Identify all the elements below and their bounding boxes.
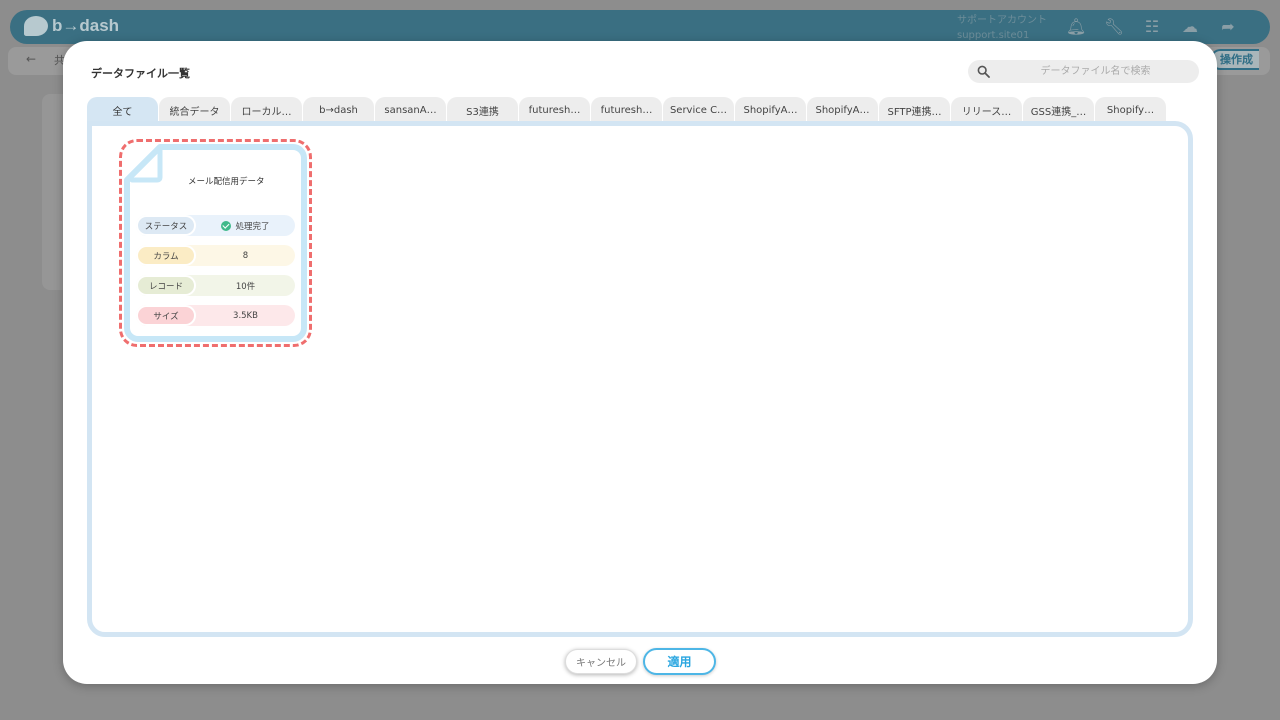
search-input[interactable] xyxy=(998,60,1193,83)
back-arrow-icon[interactable]: ← xyxy=(26,52,36,66)
tab-sftp[interactable]: SFTP連携… xyxy=(879,97,950,123)
record-value: 10件 xyxy=(235,281,256,292)
size-label: サイズ xyxy=(136,305,196,326)
logo-mark-icon xyxy=(24,16,48,36)
tab-label: ShopifyA… xyxy=(743,104,798,116)
file-card-title: メール配信用データ xyxy=(188,177,265,187)
tab-service-c[interactable]: Service C… xyxy=(663,97,734,123)
tab-label: Shopify… xyxy=(1106,104,1155,116)
logout-icon[interactable]: ➦ xyxy=(1218,16,1238,36)
account-name: サポートアカウント xyxy=(957,15,1047,26)
column-value: 8 xyxy=(242,250,249,261)
tab-label: futuresh… xyxy=(600,104,653,116)
search-box[interactable] xyxy=(968,60,1199,83)
tab-s3[interactable]: S3連携 xyxy=(447,97,518,123)
wrench-icon[interactable]: 🔧︎ xyxy=(1104,16,1124,36)
account-info[interactable]: サポートアカウント support.site01 xyxy=(957,13,1047,43)
check-circle-icon xyxy=(221,220,232,231)
record-label: レコード xyxy=(136,275,196,296)
app-logo[interactable]: b→dash xyxy=(24,16,119,36)
cancel-button[interactable]: キャンセル xyxy=(565,649,637,674)
data-file-list-modal: データファイル一覧 全て 統合データ ローカル… b→dash sansanA…… xyxy=(63,41,1217,684)
column-label: カラム xyxy=(136,245,196,266)
tab-label: GSS連携_… xyxy=(1030,106,1087,118)
tab-all[interactable]: 全て xyxy=(87,97,158,123)
tab-label: Service C… xyxy=(669,104,728,116)
tab-label: sansanA… xyxy=(384,104,437,116)
logo-text: b→dash xyxy=(52,16,120,35)
help-icon[interactable]: ☁ xyxy=(1180,16,1200,36)
tab-label: ShopifyA… xyxy=(815,104,870,116)
tab-label: ローカル… xyxy=(241,106,292,118)
tab-release[interactable]: リリース… xyxy=(951,97,1022,123)
header-icons: 🔔︎ 🔧︎ ☷ ☁ ➦ xyxy=(1066,16,1238,36)
tab-label: 統合データ xyxy=(169,106,220,118)
modal-title: データファイル一覧 xyxy=(91,67,190,80)
status-text: 処理完了 xyxy=(235,221,270,232)
tab-label: リリース… xyxy=(961,106,1012,118)
column-row: カラム 8 xyxy=(136,245,295,266)
apply-button[interactable]: 適用 xyxy=(643,648,716,675)
tab-futuresh-2[interactable]: futuresh… xyxy=(591,97,662,123)
tab-integrated-data[interactable]: 統合データ xyxy=(159,97,230,123)
record-row: レコード 10件 xyxy=(136,275,295,296)
tab-bdash[interactable]: b→dash xyxy=(303,97,374,123)
background-action-button[interactable]: 操作成 xyxy=(1210,49,1259,70)
grid-icon[interactable]: ☷ xyxy=(1142,16,1162,36)
tab-local[interactable]: ローカル… xyxy=(231,97,302,123)
tab-label: futuresh… xyxy=(528,104,581,116)
tab-label: S3連携 xyxy=(466,106,499,118)
file-corner-icon xyxy=(124,144,163,183)
tab-label: b→dash xyxy=(319,104,358,116)
tab-gss[interactable]: GSS連携_… xyxy=(1023,97,1094,123)
tab-shopify-a-1[interactable]: ShopifyA… xyxy=(735,97,806,123)
tab-label: 全て xyxy=(112,106,133,118)
tab-label: SFTP連携… xyxy=(887,106,942,118)
status-label: ステータス xyxy=(136,215,196,236)
tab-futuresh-1[interactable]: futuresh… xyxy=(519,97,590,123)
tab-bar: 全て 統合データ ローカル… b→dash sansanA… S3連携 futu… xyxy=(87,97,1166,123)
status-value: 処理完了 xyxy=(196,220,295,232)
bell-icon[interactable]: 🔔︎ xyxy=(1066,16,1086,36)
size-value: 3.5KB xyxy=(233,310,258,321)
size-row: サイズ 3.5KB xyxy=(136,305,295,326)
search-icon xyxy=(977,65,990,78)
tab-sansan[interactable]: sansanA… xyxy=(375,97,446,123)
tab-shopify[interactable]: Shopify… xyxy=(1095,97,1166,123)
tab-shopify-a-2[interactable]: ShopifyA… xyxy=(807,97,878,123)
status-row: ステータス 処理完了 xyxy=(136,215,295,236)
